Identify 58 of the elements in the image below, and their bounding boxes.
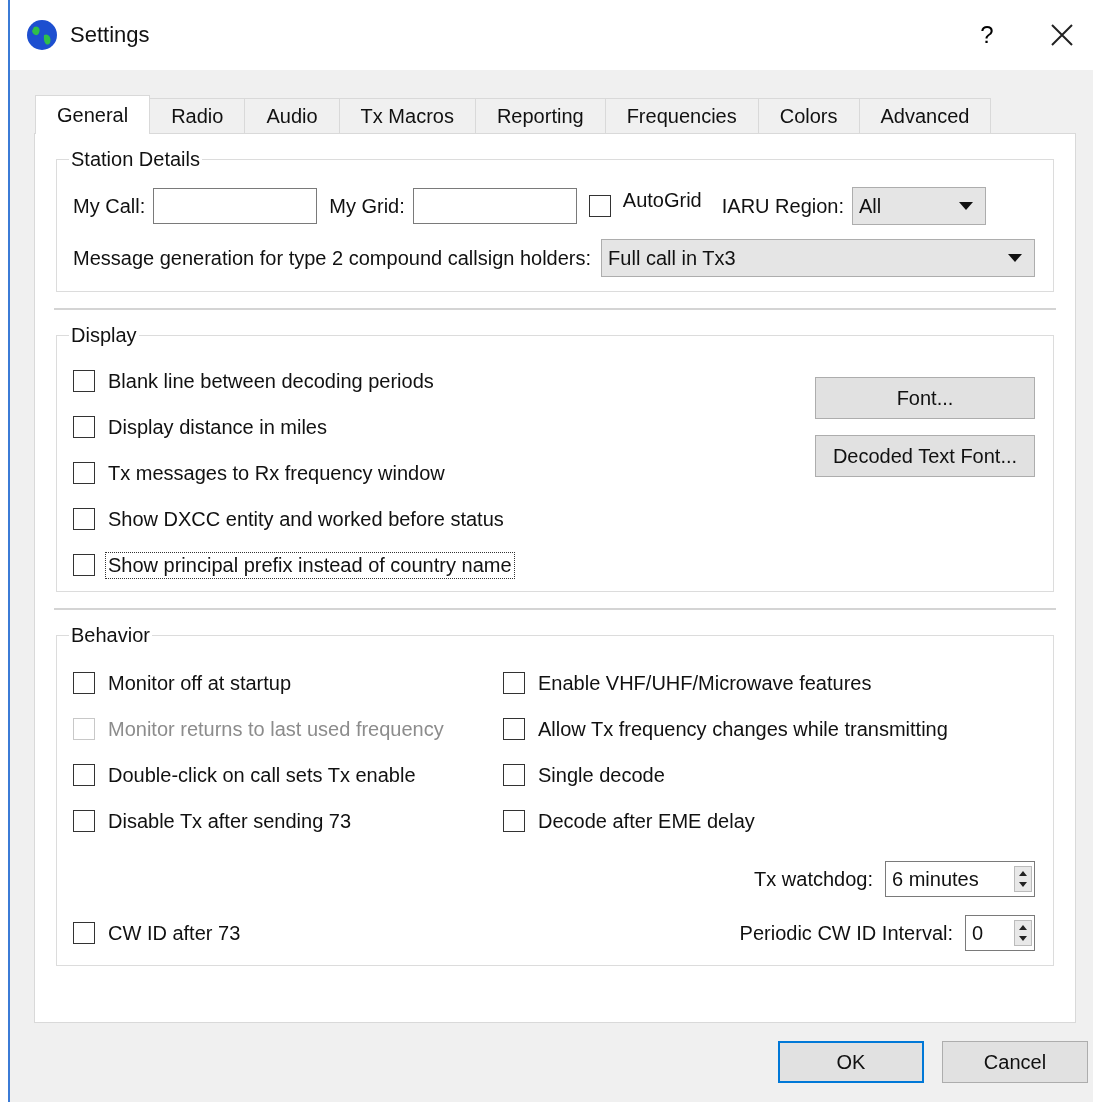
- checkbox[interactable]: [73, 810, 95, 832]
- input-field[interactable]: [153, 188, 318, 224]
- checkbox-label: Monitor returns to last used frequency: [107, 716, 445, 742]
- dialog-button[interactable]: OK: [778, 1041, 924, 1083]
- checkbox[interactable]: [588, 195, 611, 217]
- spin-box[interactable]: 0: [965, 915, 1035, 951]
- tab[interactable]: Advanced: [858, 98, 992, 133]
- field-label: IARU Region:: [721, 194, 844, 218]
- checkbox[interactable]: [73, 416, 95, 438]
- checkbox[interactable]: [73, 922, 95, 944]
- checkbox[interactable]: [73, 554, 95, 576]
- checkbox-label: Monitor off at startup: [107, 670, 293, 696]
- checkbox[interactable]: [73, 462, 95, 484]
- field-label: Periodic CW ID Interval:: [739, 921, 953, 945]
- group-title: Behavior: [70, 624, 151, 647]
- checkbox-label: CW ID after 73: [107, 920, 242, 946]
- spinner-arrows-icon: [1014, 920, 1032, 946]
- dropdown[interactable]: Full call in Tx3: [601, 239, 1035, 277]
- group-title: Display: [70, 324, 138, 347]
- dropdown[interactable]: All: [852, 187, 986, 225]
- caret-icon: [959, 202, 973, 210]
- checkbox-label: Disable Tx after sending 73: [107, 808, 353, 834]
- window-title: Settings: [70, 22, 151, 48]
- checkbox[interactable]: [503, 764, 525, 786]
- dialog-button[interactable]: Cancel: [942, 1041, 1088, 1083]
- input-field[interactable]: [412, 188, 577, 224]
- close-icon: [1051, 24, 1073, 46]
- spin-box[interactable]: 6 minutes: [885, 861, 1035, 897]
- checkbox-label: Single decode: [537, 762, 666, 788]
- checkbox-label: Show DXCC entity and worked before status: [107, 506, 505, 532]
- checkbox-label: Display distance in miles: [107, 414, 328, 440]
- checkbox[interactable]: [503, 810, 525, 832]
- checkbox[interactable]: [503, 672, 525, 694]
- field-label: Message generation for type 2 compound callsign holders:: [73, 246, 592, 270]
- checkbox-label: Blank line between decoding periods: [107, 368, 435, 394]
- checkbox[interactable]: [73, 370, 95, 392]
- checkbox-label: Decode after EME delay: [537, 808, 756, 834]
- caret-icon: [1008, 254, 1022, 262]
- font-button[interactable]: Decoded Text Font...: [815, 435, 1035, 477]
- tab[interactable]: General: [35, 95, 151, 134]
- spinner-arrows-icon: [1014, 866, 1032, 892]
- checkbox-label: AutoGrid: [622, 189, 702, 212]
- field-label: My Grid:: [329, 194, 405, 218]
- font-button[interactable]: Font...: [815, 377, 1035, 419]
- checkbox-label: Tx messages to Rx frequency window: [107, 460, 446, 486]
- field-label: My Call:: [73, 194, 146, 218]
- checkbox[interactable]: [73, 508, 95, 530]
- checkbox[interactable]: [73, 764, 95, 786]
- checkbox-label: Show principal prefix instead of country name: [105, 551, 515, 579]
- checkbox-label: Allow Tx frequency changes while transmitting: [537, 716, 949, 742]
- help-button[interactable]: ?: [957, 15, 1017, 55]
- checkbox[interactable]: [73, 672, 95, 694]
- globe-icon: [26, 19, 58, 51]
- checkbox-label: Double-click on call sets Tx enable: [107, 762, 417, 788]
- checkbox[interactable]: [503, 718, 525, 740]
- field-label: Tx watchdog:: [754, 867, 873, 891]
- checkbox-label: Enable VHF/UHF/Microwave features: [537, 670, 873, 696]
- group-title: Station Details: [70, 148, 201, 171]
